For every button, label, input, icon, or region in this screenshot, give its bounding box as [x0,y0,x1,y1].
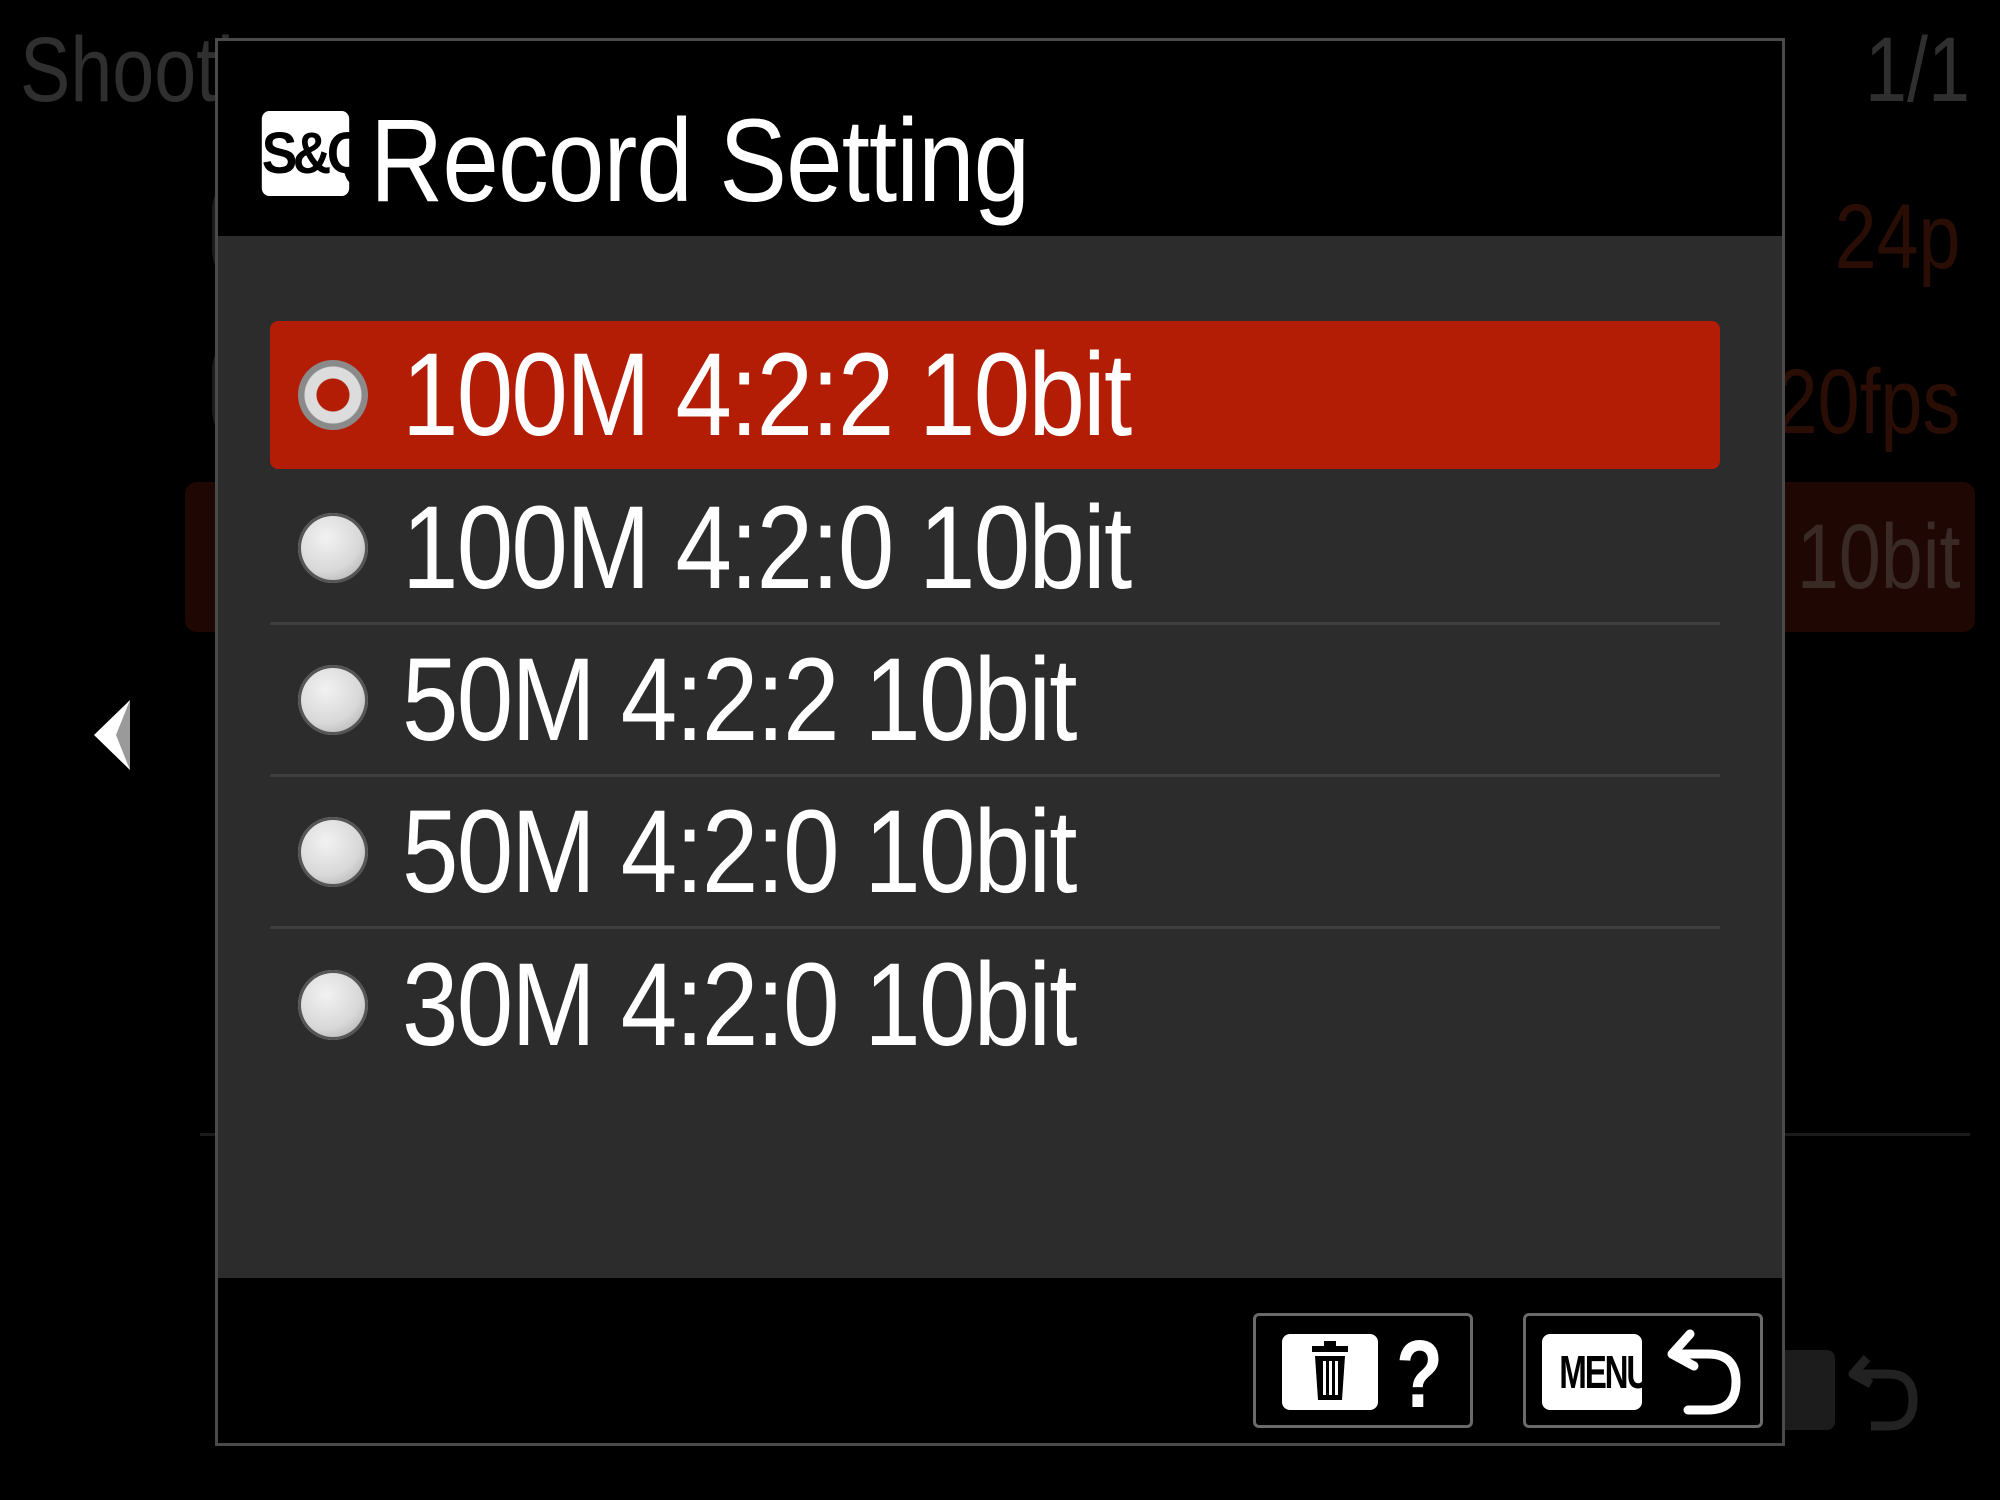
background-menu-title: Shooti [20,19,234,121]
background-return-icon [1848,1355,1918,1431]
dialog-title: Record Setting [370,95,1030,227]
record-setting-dialog: S&Q Record Setting 100M 4:2:2 10bit 100M… [215,38,1785,1446]
help-icon: ? [1396,1321,1443,1428]
background-value-record-setting: 10bit [1796,506,1960,608]
dialog-body: 100M 4:2:2 10bit 100M 4:2:0 10bit 50M 4:… [218,236,1782,1281]
background-value-frame-rate: 24p [1834,186,1960,288]
option-label: 50M 4:2:0 10bit [402,785,1077,918]
left-arrow-icon[interactable] [82,690,142,780]
option-label: 100M 4:2:0 10bit [402,481,1132,614]
radio-icon [298,664,368,735]
menu-label: MENU [1559,1346,1650,1398]
option-label: 100M 4:2:2 10bit [402,329,1132,461]
menu-back-button[interactable]: MENU [1523,1313,1763,1428]
radio-icon [298,816,368,887]
option-label: 30M 4:2:0 10bit [402,939,1077,1071]
trash-icon [1282,1334,1378,1410]
background-page-indicator: 1/1 [1865,19,1970,121]
option-label: 50M 4:2:2 10bit [402,633,1077,766]
radio-selected-icon [298,360,368,430]
radio-icon [298,512,368,583]
camera-menu-screen: Shooti 1/1 24p 120fps 10bit S&Q Record S… [0,0,2000,1500]
record-setting-option-list: 100M 4:2:2 10bit 100M 4:2:0 10bit 50M 4:… [270,321,1720,1081]
option-50m-422-10bit[interactable]: 50M 4:2:2 10bit [270,625,1720,777]
sq-badge-icon: S&Q [261,111,368,196]
delete-help-button[interactable]: ? [1253,1313,1473,1428]
dialog-header: S&Q Record Setting [218,41,1782,236]
option-50m-420-10bit[interactable]: 50M 4:2:0 10bit [270,777,1720,929]
dialog-footer: ? MENU [218,1278,1782,1443]
option-100m-420-10bit[interactable]: 100M 4:2:0 10bit [270,473,1720,625]
return-icon [1667,1329,1741,1415]
radio-icon [298,970,368,1040]
menu-button-icon: MENU [1542,1334,1650,1410]
option-100m-422-10bit[interactable]: 100M 4:2:2 10bit [270,321,1720,469]
option-30m-420-10bit[interactable]: 30M 4:2:0 10bit [270,929,1720,1081]
